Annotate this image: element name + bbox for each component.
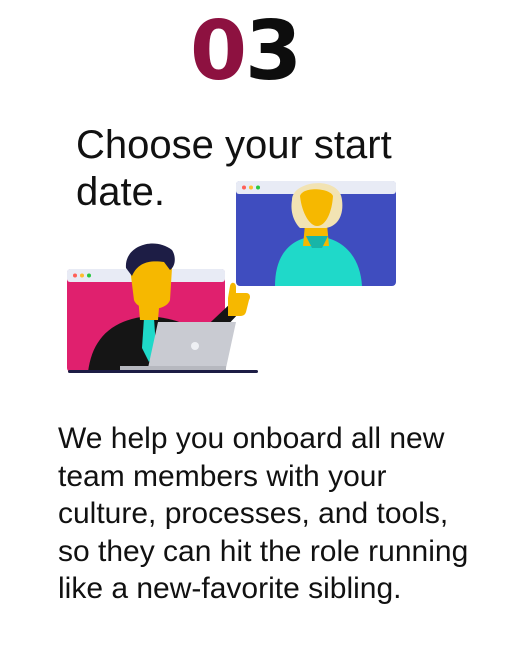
thumbs-up-icon <box>228 282 250 316</box>
step-heading: Choose your start date. <box>76 123 392 214</box>
step-number: 03 <box>0 4 490 100</box>
step-number-second-digit: 3 <box>245 4 302 99</box>
person-with-laptop-icon <box>67 243 240 372</box>
laptop-icon <box>68 322 258 373</box>
step-number-first-digit: 0 <box>189 4 247 99</box>
step-description: We help you onboard all new team members… <box>58 422 469 605</box>
